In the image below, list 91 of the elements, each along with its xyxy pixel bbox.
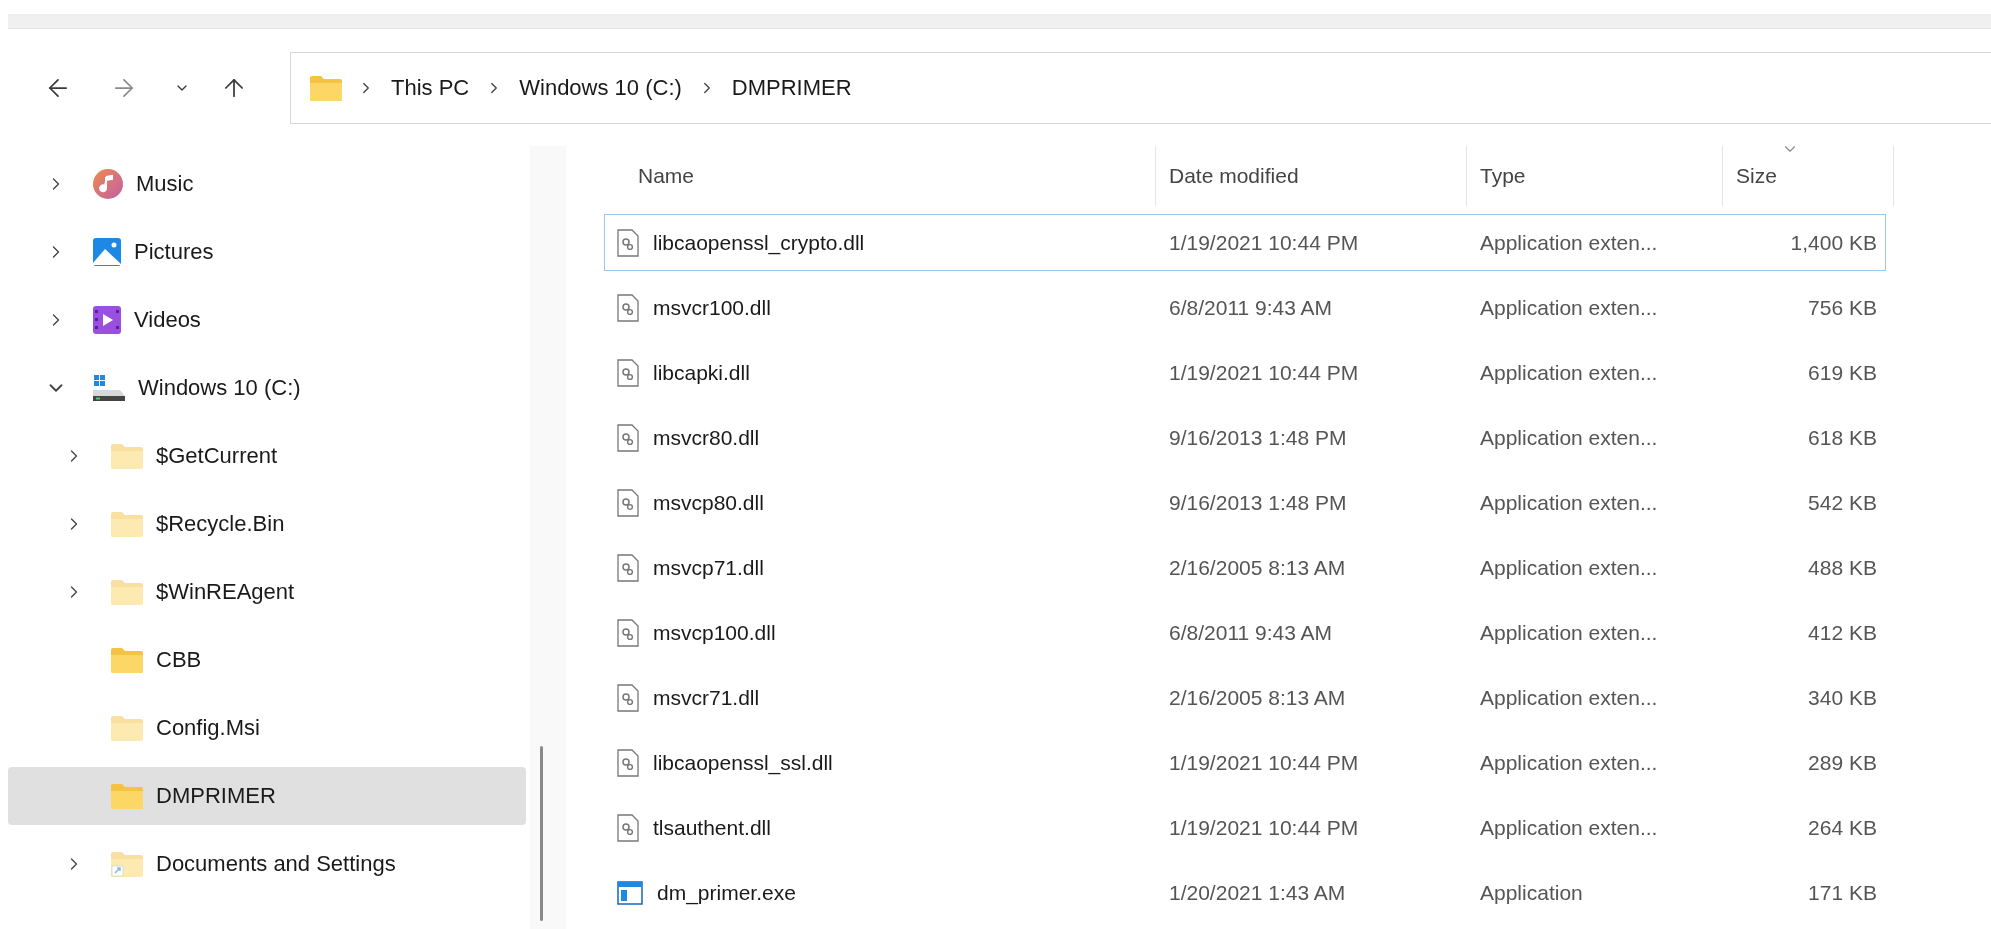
file-size: 412 KB [1807,620,1877,645]
file-row[interactable]: msvcp80.dll 9/16/2013 1:48 PM Application exten... 542 KB [604,474,1886,531]
date-modified: 1/19/2021 10:44 PM [1168,230,1360,255]
date-modified: 2/16/2005 8:13 AM [1168,685,1347,710]
file-name: libcaopenssl_crypto.dll [653,230,865,255]
sidebar-item[interactable]: Documents and Settings [8,835,526,893]
date-modified: 9/16/2013 1:48 PM [1168,425,1348,450]
sidebar-item[interactable]: Music [8,155,526,213]
file-row[interactable]: tlsauthent.dll 1/19/2021 10:44 PM Application exten... 264 KB [604,799,1886,856]
sidebar-item[interactable]: Pictures [8,223,526,281]
column-header[interactable]: Size [1723,146,1894,206]
file-size: 618 KB [1807,425,1877,450]
sidebar-item[interactable]: $WinREAgent [8,563,526,621]
breadcrumb[interactable]: DMPRIMER [729,70,854,105]
file-row[interactable]: libcaopenssl_ssl.dll 1/19/2021 10:44 PM Application exten... 289 KB [604,734,1886,791]
sidebar-item[interactable]: $Recycle.Bin [8,495,526,553]
file-size: 1,400 KB [1789,230,1877,255]
gear-file-icon [617,683,639,712]
date-modified: 6/8/2011 9:43 AM [1168,620,1334,645]
gear-file-icon [617,228,639,257]
gear-file-icon [617,423,639,452]
sidebar-item[interactable]: DMPRIMER [8,767,526,825]
gear-file-icon [617,813,639,842]
date-modified: 6/8/2011 9:43 AM [1168,295,1334,320]
address-bar[interactable]: This PC Windows 10 (C:) DMPRIMER [290,51,1991,124]
file-type: Application exten... [1479,750,1659,775]
file-name: libcapki.dll [653,360,750,385]
file-type: Application exten... [1479,425,1659,450]
file-name: msvcr100.dll [653,295,771,320]
gear-file-icon [617,293,639,322]
file-name: msvcp80.dll [653,490,764,515]
file-type: Application [1479,880,1584,905]
date-modified: 1/20/2021 1:43 AM [1168,880,1347,905]
scrollbar-thumb[interactable] [540,746,543,921]
file-type: Application exten... [1479,555,1659,580]
date-modified: 9/16/2013 1:48 PM [1168,490,1348,515]
file-row[interactable]: msvcr100.dll 6/8/2011 9:43 AM Application exten... 756 KB [604,279,1886,336]
file-name: msvcp71.dll [653,555,764,580]
date-modified: 2/16/2005 8:13 AM [1168,555,1347,580]
file-size: 264 KB [1807,815,1877,840]
file-type: Application exten... [1479,685,1659,710]
gear-file-icon [617,358,639,387]
file-name: msvcr80.dll [653,425,760,450]
gear-file-icon [617,618,639,647]
app-window-icon [617,880,643,905]
file-type: Application exten... [1479,360,1659,385]
file-row[interactable]: libcaopenssl_crypto.dll 1/19/2021 10:44 PM Application exten... 1,400 KB [604,214,1886,271]
file-type: Application exten... [1479,230,1659,255]
file-size: 289 KB [1807,750,1877,775]
pictures-icon [92,237,122,267]
file-row[interactable]: dm_primer.exe 1/20/2021 1:43 AM Application 171 KB [604,864,1886,921]
file-size: 488 KB [1807,555,1877,580]
sidebar-item[interactable]: $GetCurrent [8,427,526,485]
sidebar-item[interactable]: CBB [8,631,526,689]
sidebar-item[interactable]: Videos [8,291,526,349]
file-size: 340 KB [1807,685,1877,710]
breadcrumb[interactable]: This PC [389,70,472,105]
sidebar-item[interactable]: Windows 10 (C:) [8,359,526,417]
date-modified: 1/19/2021 10:44 PM [1168,815,1360,840]
file-name: msvcp100.dll [653,620,776,645]
drive-icon [92,374,126,402]
date-modified: 1/19/2021 10:44 PM [1168,360,1360,385]
file-row[interactable]: msvcp71.dll 2/16/2005 8:13 AM Application exten... 488 KB [604,539,1886,596]
file-row[interactable]: libcapki.dll 1/19/2021 10:44 PM Application exten... 619 KB [604,344,1886,401]
file-name: msvcr71.dll [653,685,760,710]
file-name: dm_primer.exe [657,880,796,905]
gear-file-icon [617,488,639,517]
file-type: Application exten... [1479,295,1659,320]
file-row[interactable]: msvcp100.dll 6/8/2011 9:43 AM Application exten... 412 KB [604,604,1886,661]
file-type: Application exten... [1479,490,1659,515]
videos-icon [92,305,122,335]
date-modified: 1/19/2021 10:44 PM [1168,750,1360,775]
file-size: 171 KB [1807,880,1877,905]
music-icon [92,168,124,200]
file-name: libcaopenssl_ssl.dll [653,750,833,775]
folder-icon [309,73,343,102]
file-size: 542 KB [1807,490,1877,515]
gear-file-icon [617,553,639,582]
column-header[interactable]: Type [1467,146,1723,206]
column-header[interactable]: Date modified [1156,146,1467,206]
sidebar-item[interactable]: Config.Msi [8,699,526,757]
file-row[interactable]: msvcr80.dll 9/16/2013 1:48 PM Application exten... 618 KB [604,409,1886,466]
file-type: Application exten... [1479,620,1659,645]
gear-file-icon [617,748,639,777]
file-row[interactable]: msvcr71.dll 2/16/2005 8:13 AM Application exten... 340 KB [604,669,1886,726]
breadcrumb[interactable]: Windows 10 (C:) [517,70,684,105]
file-type: Application exten... [1479,815,1659,840]
file-size: 619 KB [1807,360,1877,385]
file-name: tlsauthent.dll [653,815,771,840]
column-header[interactable]: Name [604,146,1156,206]
file-size: 756 KB [1807,295,1877,320]
